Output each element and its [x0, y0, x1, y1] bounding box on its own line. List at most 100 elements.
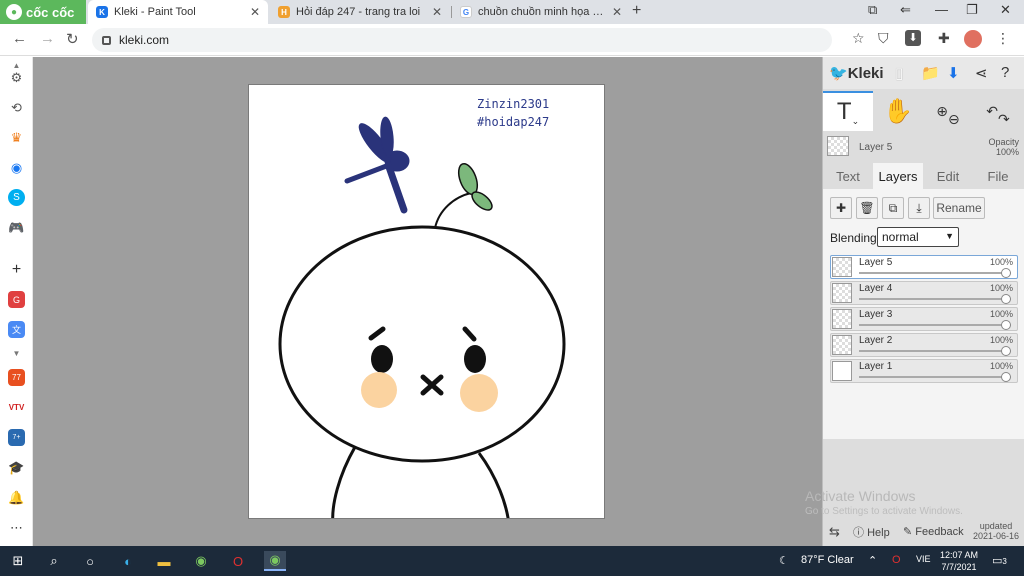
maximize-button[interactable]: ❐ [966, 2, 978, 18]
skype-icon[interactable]: S [8, 189, 25, 206]
layer-opacity-slider[interactable] [859, 346, 1011, 356]
extensions-puzzle-icon[interactable]: ✚ [938, 30, 950, 47]
new-tab-button[interactable]: + [632, 2, 641, 20]
layer-row-3[interactable]: Layer 3 100% [830, 307, 1018, 331]
tray-expand-icon[interactable]: ⌃ [868, 554, 877, 567]
open-folder-icon[interactable]: 📁 [921, 64, 940, 82]
layer-opacity-slider[interactable] [859, 294, 1011, 304]
slider-knob[interactable] [1001, 268, 1011, 278]
gear-icon[interactable]: ⚙ [8, 69, 25, 86]
download-icon[interactable]: ⬇ [905, 30, 921, 46]
history-icon[interactable]: ⟲ [8, 99, 25, 116]
tab-google-search[interactable]: G chuồn chuồn minh họa - Goo ✕ [452, 0, 630, 24]
drawing-canvas[interactable]: Zinzin2301 #hoidap247 [248, 84, 605, 519]
text-tool-button[interactable]: T ⌄ [823, 91, 873, 131]
profile-avatar[interactable] [964, 30, 982, 48]
close-tab-icon[interactable]: ✕ [432, 5, 442, 19]
google-app-icon[interactable]: G [8, 291, 25, 308]
tab-text[interactable]: Text [823, 163, 873, 189]
share-icon[interactable]: ⋖ [975, 64, 988, 82]
close-tab-icon[interactable]: ✕ [612, 5, 622, 19]
cortana-icon[interactable]: ○ [79, 551, 101, 571]
notification-bell-icon[interactable]: 🔔 [8, 489, 25, 506]
blending-mode-select[interactable]: normal ▼ [877, 227, 959, 247]
crown-icon[interactable]: ♛ [8, 129, 25, 146]
more-menu-icon[interactable]: ⋮ [996, 30, 1010, 47]
tab-file[interactable]: File [973, 163, 1023, 189]
feedback-link[interactable]: ✎ Feedback [903, 525, 964, 538]
more-apps-icon[interactable]: ⋯ [8, 519, 25, 536]
weather-text[interactable]: 87°F Clear [801, 554, 854, 566]
coccoc-active-taskbar-icon[interactable]: ◉ [264, 551, 286, 571]
zoom-out-icon[interactable]: ⊖ [948, 111, 960, 128]
slider-knob[interactable] [1001, 372, 1011, 382]
dragonfly-illustration [344, 116, 410, 214]
slider-knob[interactable] [1001, 294, 1011, 304]
layer-row-4[interactable]: Layer 4 100% [830, 281, 1018, 305]
tab-kleki[interactable]: K Kleki - Paint Tool ✕ [88, 0, 268, 24]
messenger-icon[interactable]: ◉ [8, 159, 25, 176]
file-explorer-icon[interactable]: ▬ [153, 551, 175, 571]
vtv-icon[interactable]: VTV [8, 399, 25, 416]
layer-opacity-slider[interactable] [859, 268, 1011, 278]
layer-row-2[interactable]: Layer 2 100% [830, 333, 1018, 357]
swap-side-icon[interactable]: ⇆ [829, 524, 840, 540]
add-layer-button[interactable]: ✚ [830, 197, 852, 219]
hat-app-icon[interactable]: 🎓 [8, 459, 25, 476]
undo-redo-buttons[interactable]: ↶ ↷ [973, 91, 1023, 131]
slider-knob[interactable] [1001, 346, 1011, 356]
help-link[interactable]: ⓘ Help [853, 524, 890, 540]
back-arrow-icon[interactable]: ← [12, 30, 27, 47]
edge-icon[interactable]: ◐ [117, 551, 139, 571]
layer-opacity-slider[interactable] [859, 372, 1011, 382]
hand-tool-button[interactable]: ✋ [873, 91, 923, 131]
reload-icon[interactable]: ↻ [66, 30, 79, 48]
windows-start-icon[interactable]: ⊞ [7, 551, 29, 571]
minimize-button[interactable]: — [935, 2, 948, 17]
layer-thumbnail [832, 309, 852, 329]
translate-icon[interactable]: 文 [8, 321, 25, 338]
merge-layer-button[interactable]: ⤓ [908, 197, 930, 219]
redo-icon[interactable]: ↷ [998, 111, 1010, 128]
zoom-in-icon[interactable]: ⊕ [936, 103, 948, 120]
rename-layer-button[interactable]: Rename [933, 197, 985, 219]
drawing-workspace[interactable]: Zinzin2301 #hoidap247 [33, 57, 822, 546]
restore-tabs-icon[interactable]: ⇐ [900, 2, 911, 18]
search-icon[interactable]: ⌕ [43, 551, 65, 571]
layer-thumbnail [832, 257, 852, 277]
layer-row-5[interactable]: Layer 5 100% [830, 255, 1018, 279]
shield-icon[interactable]: ⛉ [878, 30, 889, 47]
save-download-icon[interactable]: ⬇ [947, 64, 960, 82]
address-bar[interactable]: kleki.com [92, 28, 832, 52]
input-language[interactable]: VIE [916, 554, 931, 564]
scroll-down-icon[interactable]: ▼ [8, 345, 25, 362]
undo-icon[interactable]: ↶ [986, 103, 998, 120]
opera-icon[interactable]: O [227, 551, 249, 571]
tab-search-icon[interactable]: ⧉ [868, 2, 877, 18]
help-circle-icon[interactable]: ? [1001, 64, 1009, 81]
new-image-icon[interactable]: ▯ [895, 64, 903, 82]
coccoc-menu-button[interactable]: ● cốc cốc [0, 0, 86, 24]
layer-row-1[interactable]: Layer 1 100% [830, 359, 1018, 383]
tab-hoidap[interactable]: H Hỏi đáp 247 - trang tra loi ✕ [270, 0, 450, 24]
add-sidebar-icon[interactable]: + [8, 261, 25, 278]
radio-app-icon[interactable]: 7+ [8, 429, 25, 446]
delete-layer-button[interactable]: 🗑 [856, 197, 878, 219]
gamepad-icon[interactable]: 🎮 [8, 219, 25, 236]
notification-center-icon[interactable]: ▭3 [992, 554, 1007, 567]
tab-edit[interactable]: Edit [923, 163, 973, 189]
forward-arrow-icon[interactable]: → [40, 30, 55, 47]
coccoc-taskbar-icon[interactable]: ◉ [190, 551, 212, 571]
slider-knob[interactable] [1001, 320, 1011, 330]
app-77-icon[interactable]: 77 [8, 369, 25, 386]
close-window-button[interactable]: ✕ [1000, 2, 1011, 18]
bookmark-star-icon[interactable]: ☆ [852, 30, 865, 47]
opera-tray-icon[interactable]: O [892, 554, 901, 566]
close-tab-icon[interactable]: ✕ [250, 5, 260, 19]
duplicate-layer-button[interactable]: ⧉ [882, 197, 904, 219]
layer-opacity-slider[interactable] [859, 320, 1011, 330]
zoom-buttons[interactable]: ⊕ ⊖ [923, 91, 973, 131]
windows-taskbar: ⊞ ⌕ ○ ◐ ▬ ◉ O ◉ ☾ 87°F Clear ⌃ O VIE 12:… [0, 546, 1024, 576]
clock[interactable]: 12:07 AM 7/7/2021 [940, 549, 978, 573]
tab-layers[interactable]: Layers [873, 163, 923, 189]
